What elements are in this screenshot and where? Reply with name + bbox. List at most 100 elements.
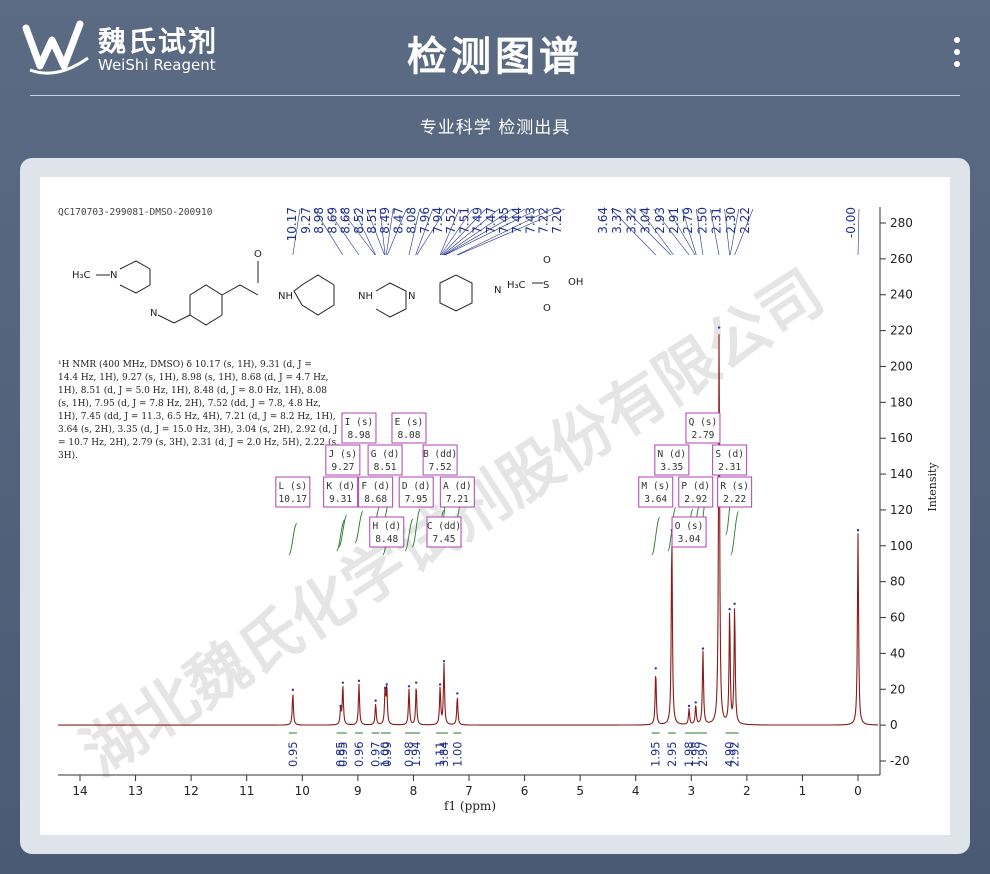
multiplet-id: D (d) xyxy=(402,481,431,492)
peak-shift-label: 10.17 xyxy=(285,207,299,241)
integral-value: 3.84 xyxy=(437,741,451,767)
multiplet-shift: 3.04 xyxy=(678,534,701,545)
y-tick-label: 220 xyxy=(890,324,913,338)
molecule-structure: H₃C N N O NH NH N N H₃C S O O OH xyxy=(72,249,583,326)
multiplet-shift: 8.51 xyxy=(374,462,397,473)
y-tick-label: 240 xyxy=(890,288,913,302)
multiplet-shift: 9.31 xyxy=(329,494,352,505)
svg-text:N: N xyxy=(110,270,117,281)
x-tick-label: 12 xyxy=(184,784,199,798)
peak-marker xyxy=(694,701,697,704)
x-tick-label: 5 xyxy=(576,784,584,798)
page-title: 检测图谱 xyxy=(407,34,583,80)
multiplet-shift: 8.08 xyxy=(398,430,421,441)
peak-marker xyxy=(733,602,736,605)
x-tick-label: 10 xyxy=(295,784,310,798)
svg-text:O: O xyxy=(543,303,551,314)
nmr-description: ¹H NMR (400 MHz, DMSO) δ 10.17 (s, 1H), … xyxy=(58,359,342,461)
x-tick-label: 6 xyxy=(521,784,529,798)
x-axis-title: f1 (ppm) xyxy=(444,799,496,813)
nmr-spectrum-panel: 湖北魏氏化学试剂股份有限公司 QC170703-299081-DMSO-2009… xyxy=(40,177,950,835)
peak-shift-label: -0.00 xyxy=(844,207,858,238)
y-tick-label: 100 xyxy=(890,539,913,553)
peak-shift-label: 7.43 xyxy=(523,207,537,234)
multiplet-id: E (s) xyxy=(395,417,424,428)
more-menu-button[interactable] xyxy=(945,33,969,73)
multiplet-id: F (d) xyxy=(361,481,390,492)
y-tick-label: 180 xyxy=(890,395,913,409)
peak-shift-label: 3.32 xyxy=(624,207,638,234)
svg-text:O: O xyxy=(254,249,262,260)
svg-text:NH: NH xyxy=(278,291,293,302)
integral-curve xyxy=(651,516,661,556)
y-tick-label: 20 xyxy=(890,682,905,696)
multiplet-id: H (d) xyxy=(372,521,401,532)
peak-marker xyxy=(339,704,342,708)
multiplet-shift: 9.27 xyxy=(331,462,354,473)
multiplet-id: Q (s) xyxy=(689,417,718,428)
multiplet-id: A (d) xyxy=(443,481,472,492)
nmr-line: 1H), 7.45 (dd, J = 11.3, 6.5 Hz, 4H), 7.… xyxy=(58,411,336,422)
svg-text:N: N xyxy=(494,285,501,296)
integral-curve xyxy=(288,522,298,556)
peak-marker xyxy=(442,659,446,663)
peak-shift-label: 8.52 xyxy=(352,207,366,234)
peak-shift-label: 2.79 xyxy=(681,207,695,234)
y-tick-label: 120 xyxy=(890,503,913,517)
multiplet-id: N (d) xyxy=(658,449,687,460)
y-tick-label: 200 xyxy=(890,359,913,373)
multiplet-id: P (d) xyxy=(681,481,710,492)
x-tick-label: 8 xyxy=(410,784,418,798)
peak-marker xyxy=(654,667,657,670)
multiplet-shift: 8.48 xyxy=(375,534,398,545)
peak-shift-label: 8.47 xyxy=(391,207,405,234)
svg-text:H₃C: H₃C xyxy=(507,280,526,291)
peak-marker xyxy=(456,692,459,695)
peak-shift-label: 3.37 xyxy=(610,207,624,234)
multiplet-shift: 10.17 xyxy=(279,494,308,505)
integral-curve xyxy=(338,514,348,548)
header-divider xyxy=(30,95,960,96)
peak-marker xyxy=(341,681,345,684)
multiplet-shift: 2.79 xyxy=(692,430,715,441)
multiplet-shift: 7.45 xyxy=(433,534,456,545)
multiplet-shift: 2.92 xyxy=(684,494,707,505)
multiplet-shift: 8.98 xyxy=(348,430,371,441)
integral-value: 0.99 xyxy=(380,741,394,767)
peak-marker xyxy=(728,607,731,611)
x-tick-label: 11 xyxy=(239,784,254,798)
integral-value: 2.92 xyxy=(728,741,742,767)
multiplet-shift: 2.31 xyxy=(718,462,741,473)
peak-leader-line xyxy=(857,208,860,256)
x-tick-label: 3 xyxy=(687,784,695,798)
nmr-spectrum-chart: 湖北魏氏化学试剂股份有限公司 QC170703-299081-DMSO-2009… xyxy=(58,207,939,813)
y-tick-label: 0 xyxy=(890,718,898,732)
peak-shift-label: 2.91 xyxy=(667,207,681,234)
peak-shift-label: 8.08 xyxy=(405,207,419,234)
peak-marker xyxy=(701,647,705,650)
svg-text:OH: OH xyxy=(568,277,583,288)
peak-marker xyxy=(383,686,387,690)
multiplet-shift: 7.95 xyxy=(405,494,428,505)
menu-dot-icon xyxy=(954,61,960,67)
multiplet-id: B (dd) xyxy=(423,449,457,460)
multiplet-id: S (d) xyxy=(715,449,744,460)
multiplet-shift: 3.64 xyxy=(644,494,667,505)
svg-text:H₃C: H₃C xyxy=(72,270,91,281)
y-tick-label: 60 xyxy=(890,611,905,625)
peak-marker xyxy=(856,529,860,532)
integral-value: 0.95 xyxy=(336,741,350,767)
menu-dot-icon xyxy=(954,49,960,55)
peak-shift-label: 9.27 xyxy=(299,207,313,234)
x-tick-label: 14 xyxy=(72,784,87,798)
svg-text:N: N xyxy=(408,291,415,302)
integral-value: 2.97 xyxy=(696,741,710,767)
peak-shift-label: 2.31 xyxy=(710,207,724,234)
peak-marker xyxy=(357,679,361,683)
integral-curve xyxy=(730,511,740,556)
page-subtitle: 专业科学 检测出具 xyxy=(419,118,571,138)
multiplet-id: C (dd) xyxy=(427,521,461,532)
x-tick-label: 2 xyxy=(743,784,751,798)
integral-value: 2.95 xyxy=(665,741,679,767)
y-tick-label: -20 xyxy=(890,754,910,768)
